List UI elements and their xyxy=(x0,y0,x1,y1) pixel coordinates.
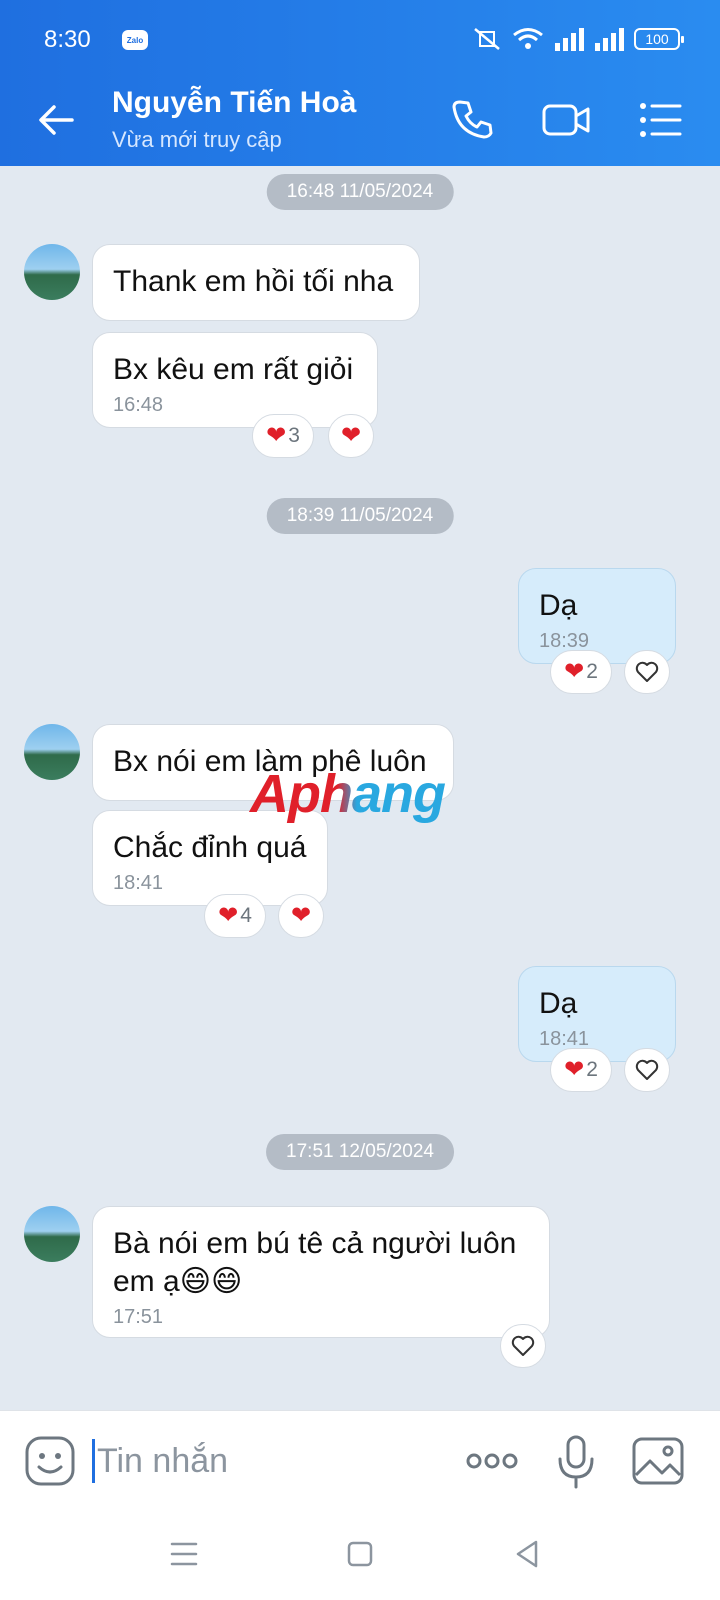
back-triangle-icon[interactable] xyxy=(508,1534,548,1574)
message-text: Bà nói em bú tê cả người luôn em ạ😄😄 xyxy=(113,1227,517,1298)
composer-bar: Tin nhắn xyxy=(0,1410,720,1510)
date-separator: 16:48 11/05/2024 xyxy=(266,174,454,210)
battery-icon: 100 xyxy=(634,28,684,50)
heart-outline-icon xyxy=(511,1335,535,1356)
react-button[interactable] xyxy=(500,1324,546,1368)
heart-icon: ❤ xyxy=(564,1056,585,1083)
emoji-icon[interactable] xyxy=(22,1433,78,1489)
reaction-summary[interactable]: ❤ 3 xyxy=(252,414,314,458)
recents-menu-icon[interactable] xyxy=(164,1534,204,1574)
message-text: Chắc đỉnh quá xyxy=(113,831,307,864)
message-input[interactable]: Tin nhắn xyxy=(92,1433,432,1489)
heart-icon: ❤ xyxy=(266,422,287,449)
reaction-count: 2 xyxy=(586,1058,598,1081)
list-menu-icon[interactable] xyxy=(636,96,684,144)
mute-vibrate-icon xyxy=(474,28,500,50)
react-button[interactable]: ❤ xyxy=(278,894,324,938)
message-input-placeholder: Tin nhắn xyxy=(97,1441,229,1480)
message-text: Dạ xyxy=(539,987,578,1020)
reaction-summary[interactable]: ❤ 4 xyxy=(204,894,266,938)
date-separator: 17:51 12/05/2024 xyxy=(266,1134,454,1170)
reaction-summary[interactable]: ❤ 2 xyxy=(550,1048,612,1092)
wifi-icon xyxy=(513,28,543,49)
message-bubble[interactable]: Bà nói em bú tê cả người luôn em ạ😄😄 17:… xyxy=(92,1206,550,1338)
contact-status: Vừa mới truy cập xyxy=(112,127,282,152)
heart-icon: ❤ xyxy=(290,902,312,929)
react-button[interactable] xyxy=(624,1048,670,1092)
text-caret xyxy=(92,1439,95,1483)
heart-outline-icon xyxy=(635,661,659,682)
avatar[interactable] xyxy=(24,724,80,780)
heart-outline-icon xyxy=(635,1059,659,1080)
message-text: Bx kêu em rất giỏi xyxy=(113,353,354,386)
message-text: Thank em hồi tối nha xyxy=(113,265,394,298)
avatar[interactable] xyxy=(24,244,80,300)
heart-icon: ❤ xyxy=(340,422,362,449)
microphone-icon[interactable] xyxy=(548,1433,604,1489)
status-icons: 100 xyxy=(472,26,684,52)
heart-icon: ❤ xyxy=(564,658,585,685)
signal-2-icon xyxy=(595,28,624,51)
react-button[interactable]: ❤ xyxy=(328,414,374,458)
chat-header: Nguyễn Tiến Hoà Vừa mới truy cập xyxy=(0,72,720,166)
message-time: 17:51 xyxy=(113,1306,164,1328)
zalo-notification-icon: Zalo xyxy=(122,30,148,50)
message-time: 18:41 xyxy=(539,1028,590,1050)
status-time: 8:30 xyxy=(44,26,91,53)
message-time: 18:39 xyxy=(539,630,590,652)
system-nav-bar xyxy=(0,1510,720,1600)
heart-icon: ❤ xyxy=(218,902,239,929)
arrow-left-icon[interactable] xyxy=(34,98,78,142)
watermark-text: Aphang xyxy=(248,764,446,824)
reaction-summary[interactable]: ❤ 2 xyxy=(550,650,612,694)
video-icon[interactable] xyxy=(542,96,590,144)
date-separator: 18:39 11/05/2024 xyxy=(266,498,454,534)
signal-1-icon xyxy=(555,28,584,51)
watermark-logo: Aphang xyxy=(248,764,447,824)
more-dots-icon[interactable] xyxy=(464,1433,520,1489)
contact-name[interactable]: Nguyễn Tiến Hoà xyxy=(112,86,356,120)
react-button[interactable] xyxy=(624,650,670,694)
message-text: Dạ xyxy=(539,589,578,622)
reaction-count: 3 xyxy=(288,424,300,447)
message-bubble[interactable]: Thank em hồi tối nha xyxy=(92,244,420,321)
image-icon[interactable] xyxy=(630,1433,686,1489)
phone-icon[interactable] xyxy=(448,96,496,144)
reaction-count: 4 xyxy=(240,904,252,927)
message-time: 18:41 xyxy=(113,872,164,894)
home-icon[interactable] xyxy=(340,1534,380,1574)
avatar[interactable] xyxy=(24,1206,80,1262)
message-bubble[interactable]: Bx kêu em rất giỏi 16:48 xyxy=(92,332,378,428)
message-time: 16:48 xyxy=(113,394,164,416)
reaction-count: 2 xyxy=(586,660,598,683)
status-bar: 8:30 Zalo 100 xyxy=(0,0,720,72)
